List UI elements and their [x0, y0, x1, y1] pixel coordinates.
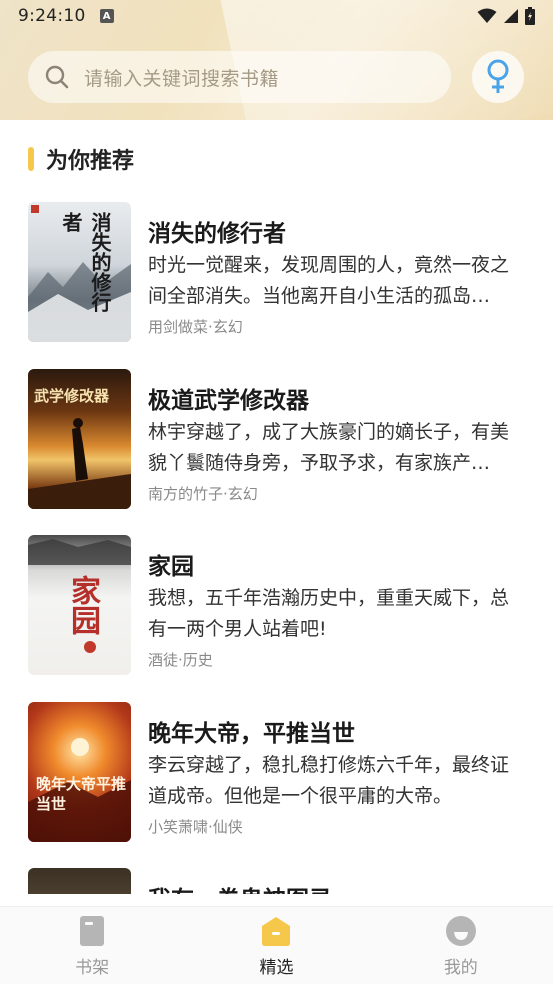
featured-home-icon: [262, 917, 291, 946]
nav-tab-profile[interactable]: 我的: [369, 907, 553, 984]
nav-tab-bookshelf[interactable]: 书架: [0, 907, 184, 984]
status-indicators: [477, 7, 535, 25]
book-cover: [28, 868, 131, 894]
search-input[interactable]: 请输入关键词搜索书籍: [28, 51, 451, 103]
nav-tab-featured[interactable]: 精选: [184, 907, 368, 984]
notification-a-icon: A: [99, 9, 114, 23]
book-item[interactable]: 家园 家园 我想，五千年浩瀚历史中，重重天威下，总有一两个男人站着吧! 酒徒·历…: [28, 535, 538, 675]
book-description: 我想，五千年浩瀚历史中，重重天威下，总有一两个男人站着吧!: [148, 587, 510, 640]
book-meta: 用剑做菜·玄幻: [148, 318, 243, 336]
gender-toggle-button[interactable]: [472, 51, 524, 103]
book-cover: 消失的修行者: [28, 202, 131, 342]
book-cover: 晚年大帝平推当世: [28, 702, 131, 842]
book-title: 家园: [148, 554, 194, 580]
cover-title-text: 消失的修行者: [59, 212, 112, 312]
book-cover: 武学修改器: [28, 369, 131, 509]
cover-title-text: 晚年大帝平推当世: [36, 775, 127, 813]
status-bar: 9:24:10 A: [0, 0, 553, 32]
book-item[interactable]: 我有一卷鬼神图录: [28, 868, 538, 894]
signal-icon: [504, 9, 518, 23]
book-item[interactable]: 晚年大帝平推当世 晚年大帝，平推当世 李云穿越了，稳扎稳打修炼六千年，最终证道成…: [28, 702, 538, 842]
section-title: 为你推荐: [46, 149, 135, 174]
book-description: 林宇穿越了，成了大族豪门的嫡长子，有美貌丫鬟随侍身旁，予取予求，有家族产…: [148, 421, 510, 474]
cover-title-text: 武学修改器: [34, 387, 110, 405]
status-time: 9:24:10: [18, 6, 86, 26]
profile-icon: [445, 916, 476, 946]
book-title: 我有一卷鬼神图录: [148, 880, 332, 894]
nav-label-profile: 我的: [443, 958, 478, 978]
search-placeholder: 请输入关键词搜索书籍: [84, 67, 280, 90]
book-meta: 南方的竹子·玄幻: [148, 485, 258, 503]
nav-label-bookshelf: 书架: [75, 958, 110, 978]
book-meta: 酒徒·历史: [148, 651, 213, 669]
book-meta: 小笑萧啸·仙侠: [148, 818, 243, 836]
nav-label-featured: 精选: [259, 958, 294, 978]
book-title: 极道武学修改器: [148, 388, 309, 414]
book-item[interactable]: 消失的修行者 消失的修行者 时光一觉醒来，发现周围的人，竟然一夜之间全部消失。当…: [28, 202, 538, 342]
book-title: 消失的修行者: [148, 221, 286, 247]
section-accent-bar: [28, 147, 34, 171]
female-icon: [487, 59, 509, 93]
book-item[interactable]: 武学修改器 极道武学修改器 林宇穿越了，成了大族豪门的嫡长子，有美貌丫鬟随侍身旁…: [28, 369, 538, 509]
book-description: 李云穿越了，稳扎稳打修炼六千年，最终证道成帝。但他是一个很平庸的大帝。: [148, 754, 510, 807]
bottom-nav: 书架 精选 我的: [0, 906, 553, 984]
book-description: 时光一觉醒来，发现周围的人，竟然一夜之间全部消失。当他离开自小生活的孤岛…: [148, 254, 510, 307]
bookshelf-icon: [80, 916, 105, 946]
wifi-icon: [477, 8, 497, 23]
cover-title-text: 家园: [65, 575, 100, 635]
battery-icon: [525, 7, 535, 25]
book-title: 晚年大帝，平推当世: [148, 721, 355, 747]
search-icon: [45, 65, 69, 89]
book-list[interactable]: 消失的修行者 消失的修行者 时光一觉醒来，发现周围的人，竟然一夜之间全部消失。当…: [0, 202, 553, 894]
section-header: 为你推荐: [28, 144, 134, 174]
book-cover: 家园: [28, 535, 131, 675]
